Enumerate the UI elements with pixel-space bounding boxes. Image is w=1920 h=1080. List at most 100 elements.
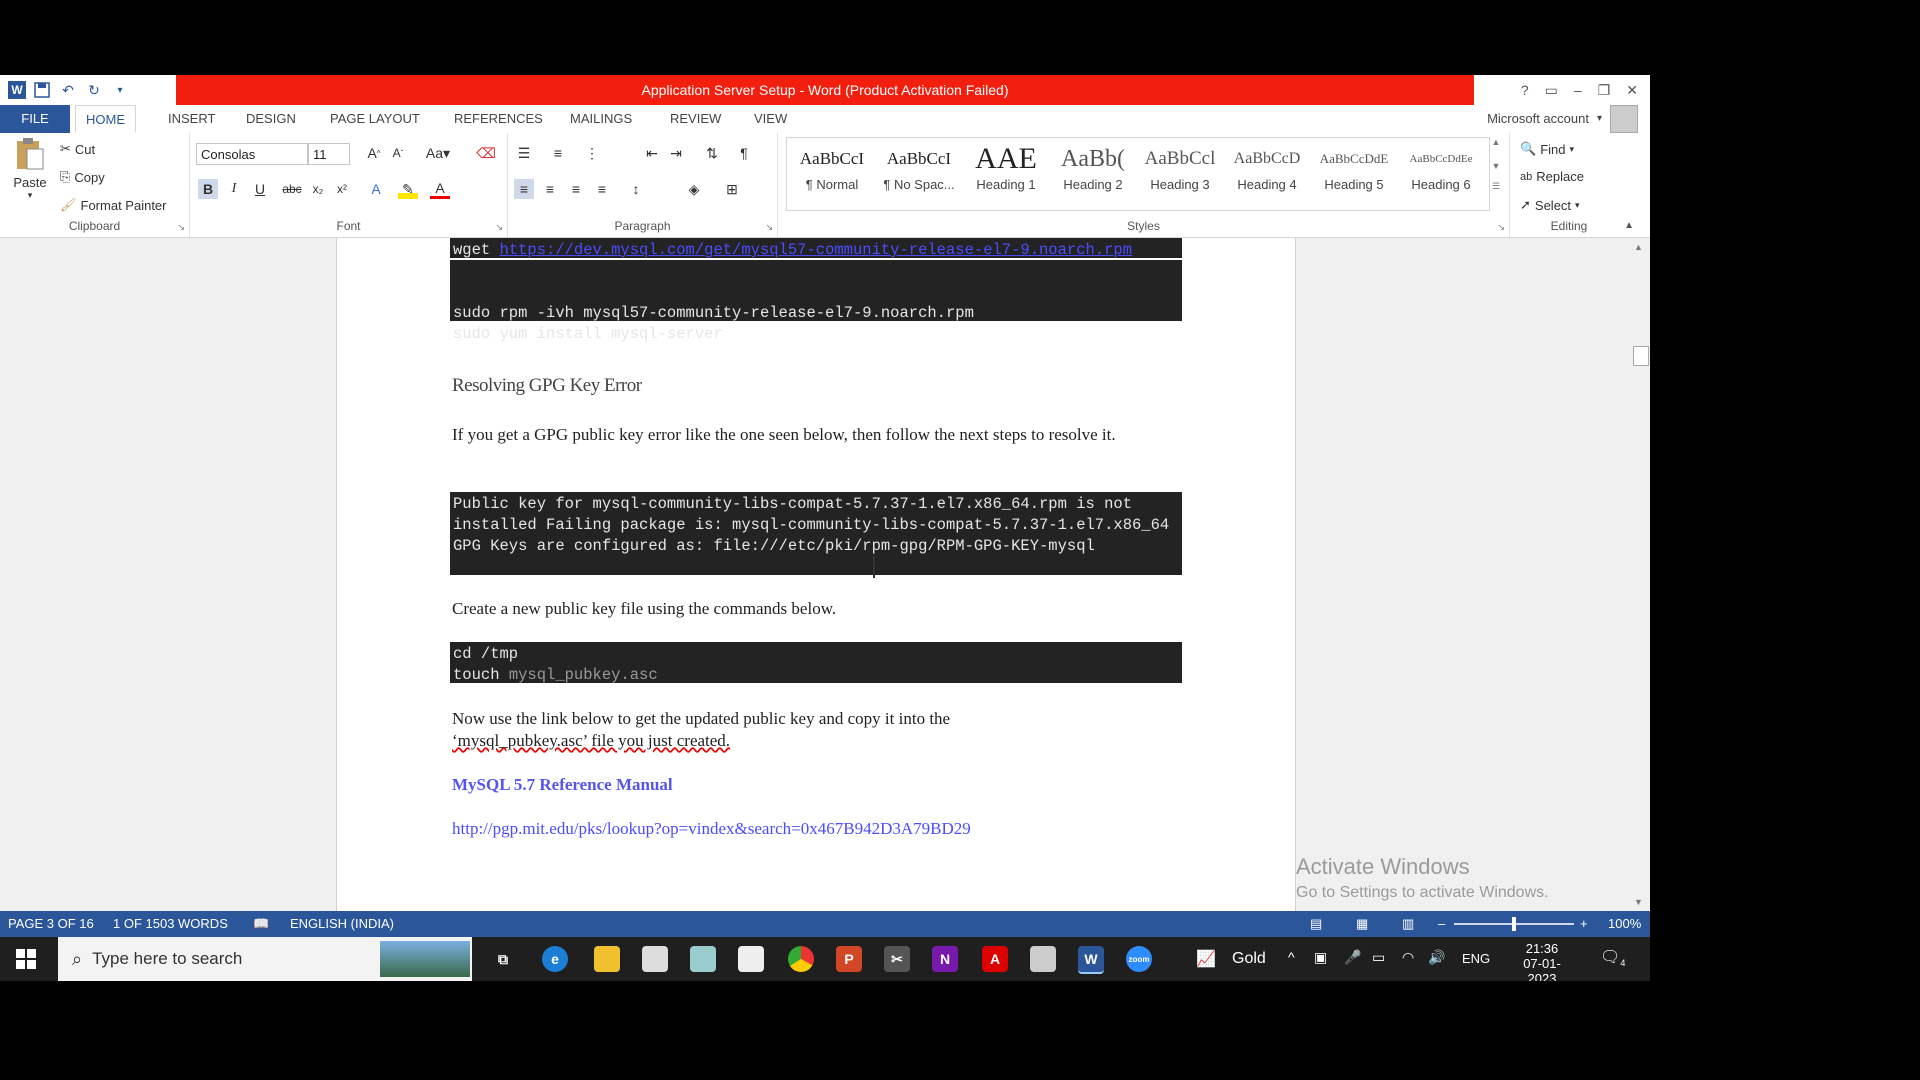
acrobat-icon[interactable]: A <box>982 946 1008 972</box>
battery-icon[interactable]: ▭ <box>1372 949 1385 966</box>
strikethrough-icon[interactable]: abc <box>282 179 302 199</box>
style-no-spacing[interactable]: AaBbCcI ¶ No Spac... <box>877 141 961 209</box>
scroll-thumb[interactable] <box>1633 346 1649 366</box>
align-center-icon[interactable]: ≡ <box>540 179 560 199</box>
clear-formatting-icon[interactable]: ⌫ <box>476 143 496 163</box>
pilcrow-icon[interactable]: ¶ <box>734 143 754 163</box>
style-heading-6[interactable]: AaBbCcDdEe Heading 6 <box>1399 141 1483 209</box>
bold-icon[interactable]: B <box>198 179 218 199</box>
app-icon[interactable] <box>738 946 764 972</box>
redo-icon[interactable]: ↻ <box>84 80 104 100</box>
style-heading-3[interactable]: AaBbCcl Heading 3 <box>1138 141 1222 209</box>
borders-icon[interactable]: ⊞ <box>722 179 742 199</box>
account-label[interactable]: Microsoft account <box>1487 105 1589 133</box>
help-icon[interactable]: ? <box>1521 82 1529 98</box>
page-count[interactable]: PAGE 3 OF 16 <box>8 911 94 937</box>
sort-icon[interactable]: ⇅ <box>702 143 722 163</box>
chevron-down-icon[interactable]: ▼ <box>1634 897 1643 907</box>
onenote-icon[interactable]: N <box>932 946 958 972</box>
pgp-url-link[interactable]: http://pgp.mit.edu/pks/lookup?op=vindex&… <box>452 818 1172 840</box>
dialog-launcher-icon[interactable]: ↘ <box>1497 222 1505 233</box>
chevron-up-icon[interactable]: ▲ <box>1488 137 1504 147</box>
numbering-icon[interactable]: ≡ <box>548 143 568 163</box>
web-layout-icon[interactable]: ▥ <box>1402 911 1414 937</box>
increase-indent-icon[interactable]: ⇥ <box>666 143 686 163</box>
replace-button[interactable]: ab Replace <box>1520 169 1584 184</box>
tab-insert[interactable]: INSERT <box>158 105 225 133</box>
app-icon[interactable] <box>642 946 668 972</box>
tab-view[interactable]: VIEW <box>744 105 797 133</box>
chevron-up-icon[interactable]: ▲ <box>1634 242 1643 252</box>
edge-icon[interactable]: e <box>542 946 568 972</box>
file-explorer-icon[interactable] <box>594 946 620 972</box>
align-left-icon[interactable]: ≡ <box>514 179 534 199</box>
shading-icon[interactable]: ◈ <box>684 179 704 199</box>
underline-icon[interactable]: U <box>250 179 270 199</box>
cut-button[interactable]: ✂ Cut <box>60 141 95 157</box>
clock[interactable]: 21:36 07-01-2023 <box>1510 941 1574 986</box>
proofing-icon[interactable]: 📖 <box>253 911 269 937</box>
customize-qat-icon[interactable]: ▾ <box>110 80 130 100</box>
tab-page-layout[interactable]: PAGE LAYOUT <box>320 105 430 133</box>
select-button[interactable]: ➚ Select ▾ <box>1520 197 1580 213</box>
dialog-launcher-icon[interactable]: ↘ <box>495 222 503 233</box>
read-mode-icon[interactable]: ▤ <box>1310 911 1322 937</box>
vertical-scrollbar[interactable]: ▲ ▼ <box>1630 238 1650 911</box>
dialog-launcher-icon[interactable]: ↘ <box>765 222 773 233</box>
tab-file[interactable]: FILE <box>0 105 70 133</box>
notification-icon[interactable]: 🗨4 <box>1600 947 1625 968</box>
gold-widget[interactable]: Gold <box>1232 950 1266 968</box>
meet-icon[interactable]: ▣ <box>1314 949 1327 966</box>
code-url[interactable]: https://dev.mysql.com/get/mysql57-commun… <box>500 241 1133 259</box>
tab-references[interactable]: REFERENCES <box>444 105 553 133</box>
app-icon[interactable] <box>690 946 716 972</box>
style-heading-1[interactable]: AAE Heading 1 <box>964 141 1048 209</box>
highlight-icon[interactable]: ✎ <box>398 179 418 199</box>
word-count[interactable]: 1 OF 1503 WORDS <box>113 911 228 937</box>
zoom-in-icon[interactable]: + <box>1580 911 1588 937</box>
font-size-select[interactable]: 11 <box>308 143 350 165</box>
paste-button[interactable]: Paste ▾ <box>10 137 50 201</box>
zoom-app-icon[interactable]: zoom <box>1126 946 1152 972</box>
powerpoint-icon[interactable]: P <box>836 946 862 972</box>
reference-manual-link[interactable]: MySQL 5.7 Reference Manual <box>452 774 1172 796</box>
word-icon[interactable]: W <box>1078 946 1104 974</box>
format-painter-button[interactable]: 🖌 Format Painter <box>60 197 167 213</box>
font-family-select[interactable]: Consolas <box>196 143 308 165</box>
save-icon[interactable] <box>32 80 52 100</box>
zoom-slider[interactable] <box>1454 917 1574 931</box>
input-language[interactable]: ENG <box>1462 951 1490 966</box>
italic-icon[interactable]: I <box>224 179 244 199</box>
taskbar-search[interactable]: ⌕ Type here to search <box>58 937 472 981</box>
chevron-up-icon[interactable]: ^ <box>1288 949 1295 965</box>
tab-design[interactable]: DESIGN <box>236 105 306 133</box>
collapse-ribbon-icon[interactable]: ▲ <box>1624 220 1634 231</box>
microphone-icon[interactable]: 🎤 <box>1344 949 1361 966</box>
decrease-indent-icon[interactable]: ⇤ <box>642 143 662 163</box>
change-case-icon[interactable]: Aa▾ <box>422 143 454 163</box>
minimize-icon[interactable]: – <box>1574 82 1582 98</box>
chevron-down-icon[interactable]: ▼ <box>1488 161 1504 171</box>
tab-review[interactable]: REVIEW <box>660 105 731 133</box>
styles-scroll[interactable]: ▲ ▼ ☰ <box>1488 137 1504 209</box>
zoom-out-icon[interactable]: – <box>1438 911 1445 937</box>
text-effects-icon[interactable]: A <box>366 179 386 199</box>
chrome-icon[interactable] <box>788 946 814 972</box>
account-area[interactable]: Microsoft account ▾ <box>1487 105 1638 133</box>
line-spacing-icon[interactable]: ↕ <box>626 179 646 199</box>
subscript-icon[interactable]: x₂ <box>308 179 328 199</box>
wifi-icon[interactable]: ◠ <box>1402 949 1414 966</box>
find-button[interactable]: 🔍 Find ▾ <box>1520 141 1574 157</box>
speaker-icon[interactable]: 🔊 <box>1428 949 1445 966</box>
style-normal[interactable]: AaBbCcI ¶ Normal <box>790 141 874 209</box>
zoom-level[interactable]: 100% <box>1608 911 1641 937</box>
windows-start-icon[interactable] <box>16 949 36 969</box>
dialog-launcher-icon[interactable]: ↘ <box>177 222 185 233</box>
more-icon[interactable]: ☰ <box>1488 181 1504 192</box>
print-layout-icon[interactable]: ▦ <box>1356 911 1368 937</box>
close-icon[interactable]: ✕ <box>1626 82 1638 99</box>
snipping-tool-icon[interactable]: ✂ <box>884 946 910 972</box>
chevron-down-icon[interactable]: ▾ <box>1597 105 1602 133</box>
tab-mailings[interactable]: MAILINGS <box>560 105 642 133</box>
undo-icon[interactable]: ↶ <box>58 80 78 100</box>
